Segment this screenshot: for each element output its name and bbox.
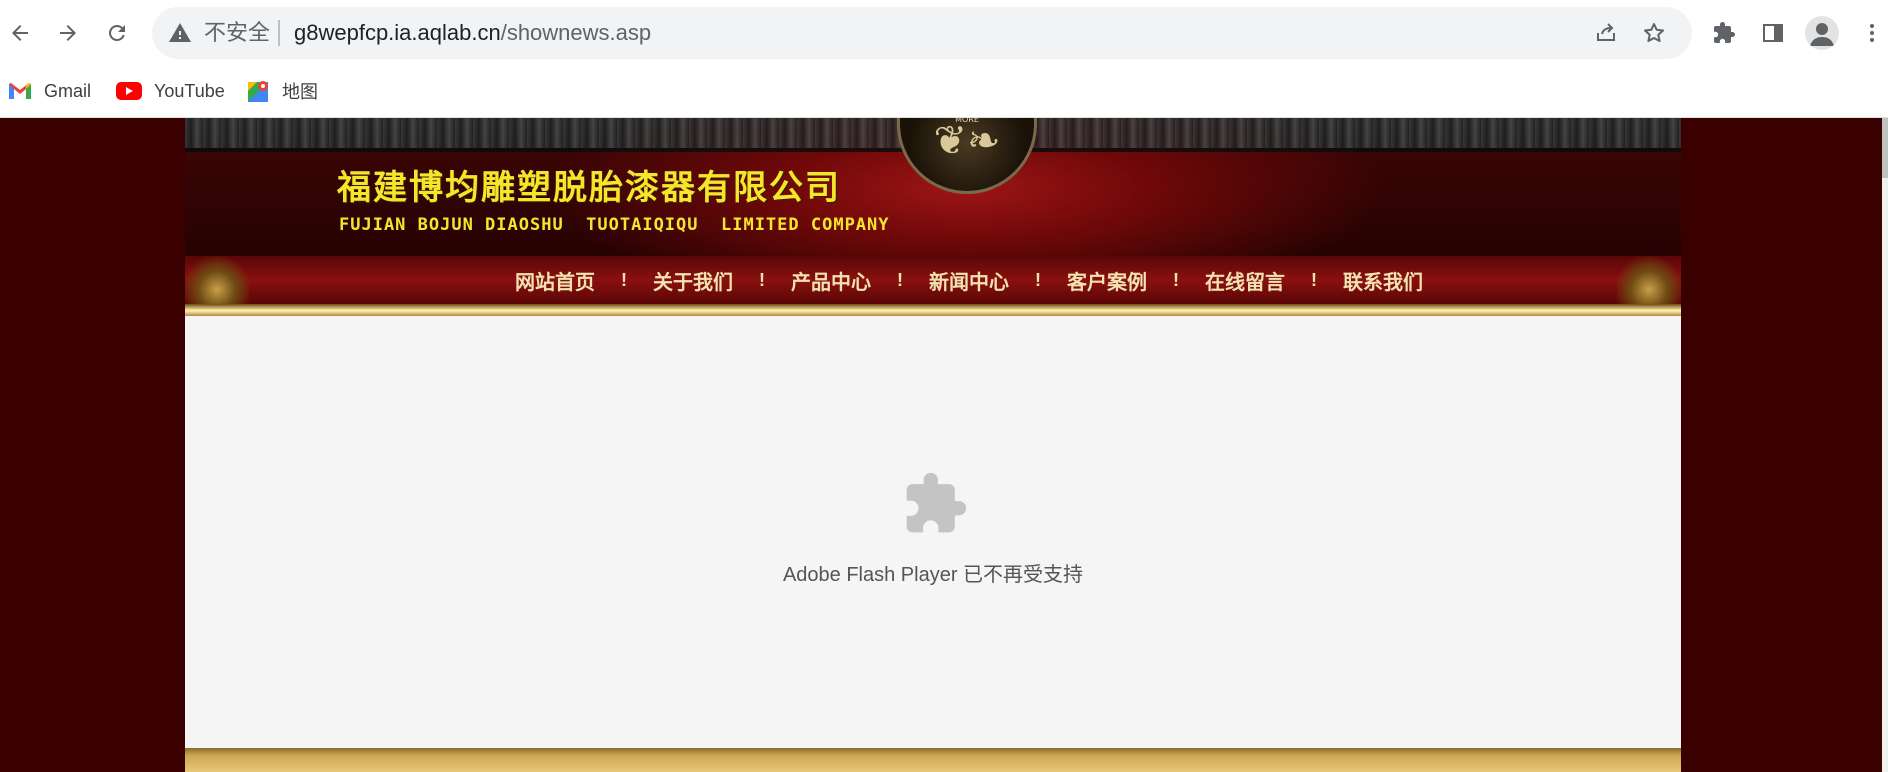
person-icon <box>1810 23 1834 46</box>
maps-icon <box>248 81 268 102</box>
profile-avatar[interactable] <box>1805 16 1839 50</box>
menu-button[interactable] <box>1856 17 1888 49</box>
puzzle-icon <box>1714 22 1735 43</box>
puzzle-piece-icon <box>906 472 967 533</box>
share-icon <box>1597 23 1615 41</box>
nav-separator: ! <box>1173 269 1179 290</box>
nav-left-ornament <box>185 256 249 304</box>
nav-separator: ! <box>759 269 765 290</box>
page-scrollbar[interactable] <box>1882 118 1888 772</box>
site-container: MORE ❦❧ 福建博均雕塑脱胎漆器有限公司 FUJIAN BOJUN DIAO… <box>185 118 1681 772</box>
company-name-en: FUJIAN BOJUN DIAOSHU TUOTAIQIQU LIMITED … <box>339 215 890 235</box>
crest-ornament-icon: ❦❧ <box>933 118 1001 164</box>
bookmark-gmail[interactable]: Gmail <box>8 76 91 106</box>
bookmark-label: Gmail <box>44 80 92 101</box>
nav-message[interactable]: 在线留言 <box>1193 266 1297 295</box>
nav-about[interactable]: 关于我们 <box>641 266 745 295</box>
footer-ornament-band <box>185 748 1681 772</box>
browser-toolbar: 不安全 g8wepfcp.ia.aqlab.cn/shownews.asp <box>0 0 1888 66</box>
nav-separator: ! <box>1035 269 1041 290</box>
warning-triangle-icon[interactable] <box>168 21 192 45</box>
reload-button[interactable] <box>97 13 137 53</box>
site-nav: 网站首页 ! 关于我们 ! 产品中心 ! 新闻中心 ! 客户案例 ! 在线留言 … <box>185 256 1681 304</box>
site-banner: MORE ❦❧ 福建博均雕塑脱胎漆器有限公司 FUJIAN BOJUN DIAO… <box>185 118 1681 256</box>
extensions-button[interactable] <box>1708 17 1740 49</box>
back-button[interactable] <box>0 13 40 53</box>
bookmark-label: YouTube <box>154 80 225 101</box>
nav-separator: ! <box>897 269 903 290</box>
nav-contact[interactable]: 联系我们 <box>1331 266 1435 295</box>
star-icon <box>1644 23 1664 42</box>
nav-cases[interactable]: 客户案例 <box>1055 266 1159 295</box>
url-host: g8wepfcp.ia.aqlab.cn <box>294 20 501 45</box>
bookmarks-bar: Gmail YouTube 地图 <box>0 66 1888 118</box>
page-viewport: MORE ❦❧ 福建博均雕塑脱胎漆器有限公司 FUJIAN BOJUN DIAO… <box>0 118 1888 772</box>
bookmark-youtube[interactable]: YouTube <box>116 76 225 106</box>
crest-emblem: MORE ❦❧ <box>897 118 1037 194</box>
url-text[interactable]: g8wepfcp.ia.aqlab.cn/shownews.asp <box>294 20 651 46</box>
forward-button[interactable] <box>48 13 88 53</box>
bookmark-label: 地图 <box>282 82 318 102</box>
nav-home[interactable]: 网站首页 <box>503 266 607 295</box>
nav-right-ornament <box>1617 256 1681 304</box>
side-panel-button[interactable] <box>1757 17 1789 49</box>
nav-separator: ! <box>1311 269 1317 290</box>
scrollbar-thumb[interactable] <box>1882 118 1888 178</box>
company-name-cn: 福建博均雕塑脱胎漆器有限公司 <box>337 168 841 208</box>
bookmark-star-button[interactable] <box>1640 19 1668 47</box>
security-status-label[interactable]: 不安全 <box>204 20 270 46</box>
nav-separator: ! <box>621 269 627 290</box>
nav-products[interactable]: 产品中心 <box>779 266 883 295</box>
url-path: /shownews.asp <box>500 20 652 45</box>
nav-news[interactable]: 新闻中心 <box>917 266 1021 295</box>
kebab-menu-icon <box>1870 24 1874 42</box>
share-button[interactable] <box>1592 19 1620 47</box>
back-arrow-icon <box>12 25 28 41</box>
reload-icon <box>109 25 125 41</box>
forward-arrow-icon <box>60 25 76 41</box>
gmail-icon <box>9 83 31 99</box>
side-panel-icon <box>1763 24 1783 42</box>
nav-items: 网站首页 ! 关于我们 ! 产品中心 ! 新闻中心 ! 客户案例 ! 在线留言 … <box>503 256 1435 304</box>
flash-plugin-placeholder[interactable]: Adobe Flash Player 已不再受支持 <box>185 316 1681 748</box>
address-divider <box>278 20 280 46</box>
bookmark-maps[interactable]: 地图 <box>248 76 318 106</box>
address-bar[interactable]: 不安全 g8wepfcp.ia.aqlab.cn/shownews.asp <box>152 7 1692 59</box>
gold-divider <box>185 304 1681 316</box>
plugin-unsupported-message: Adobe Flash Player 已不再受支持 <box>782 564 1084 586</box>
youtube-icon <box>116 82 142 100</box>
